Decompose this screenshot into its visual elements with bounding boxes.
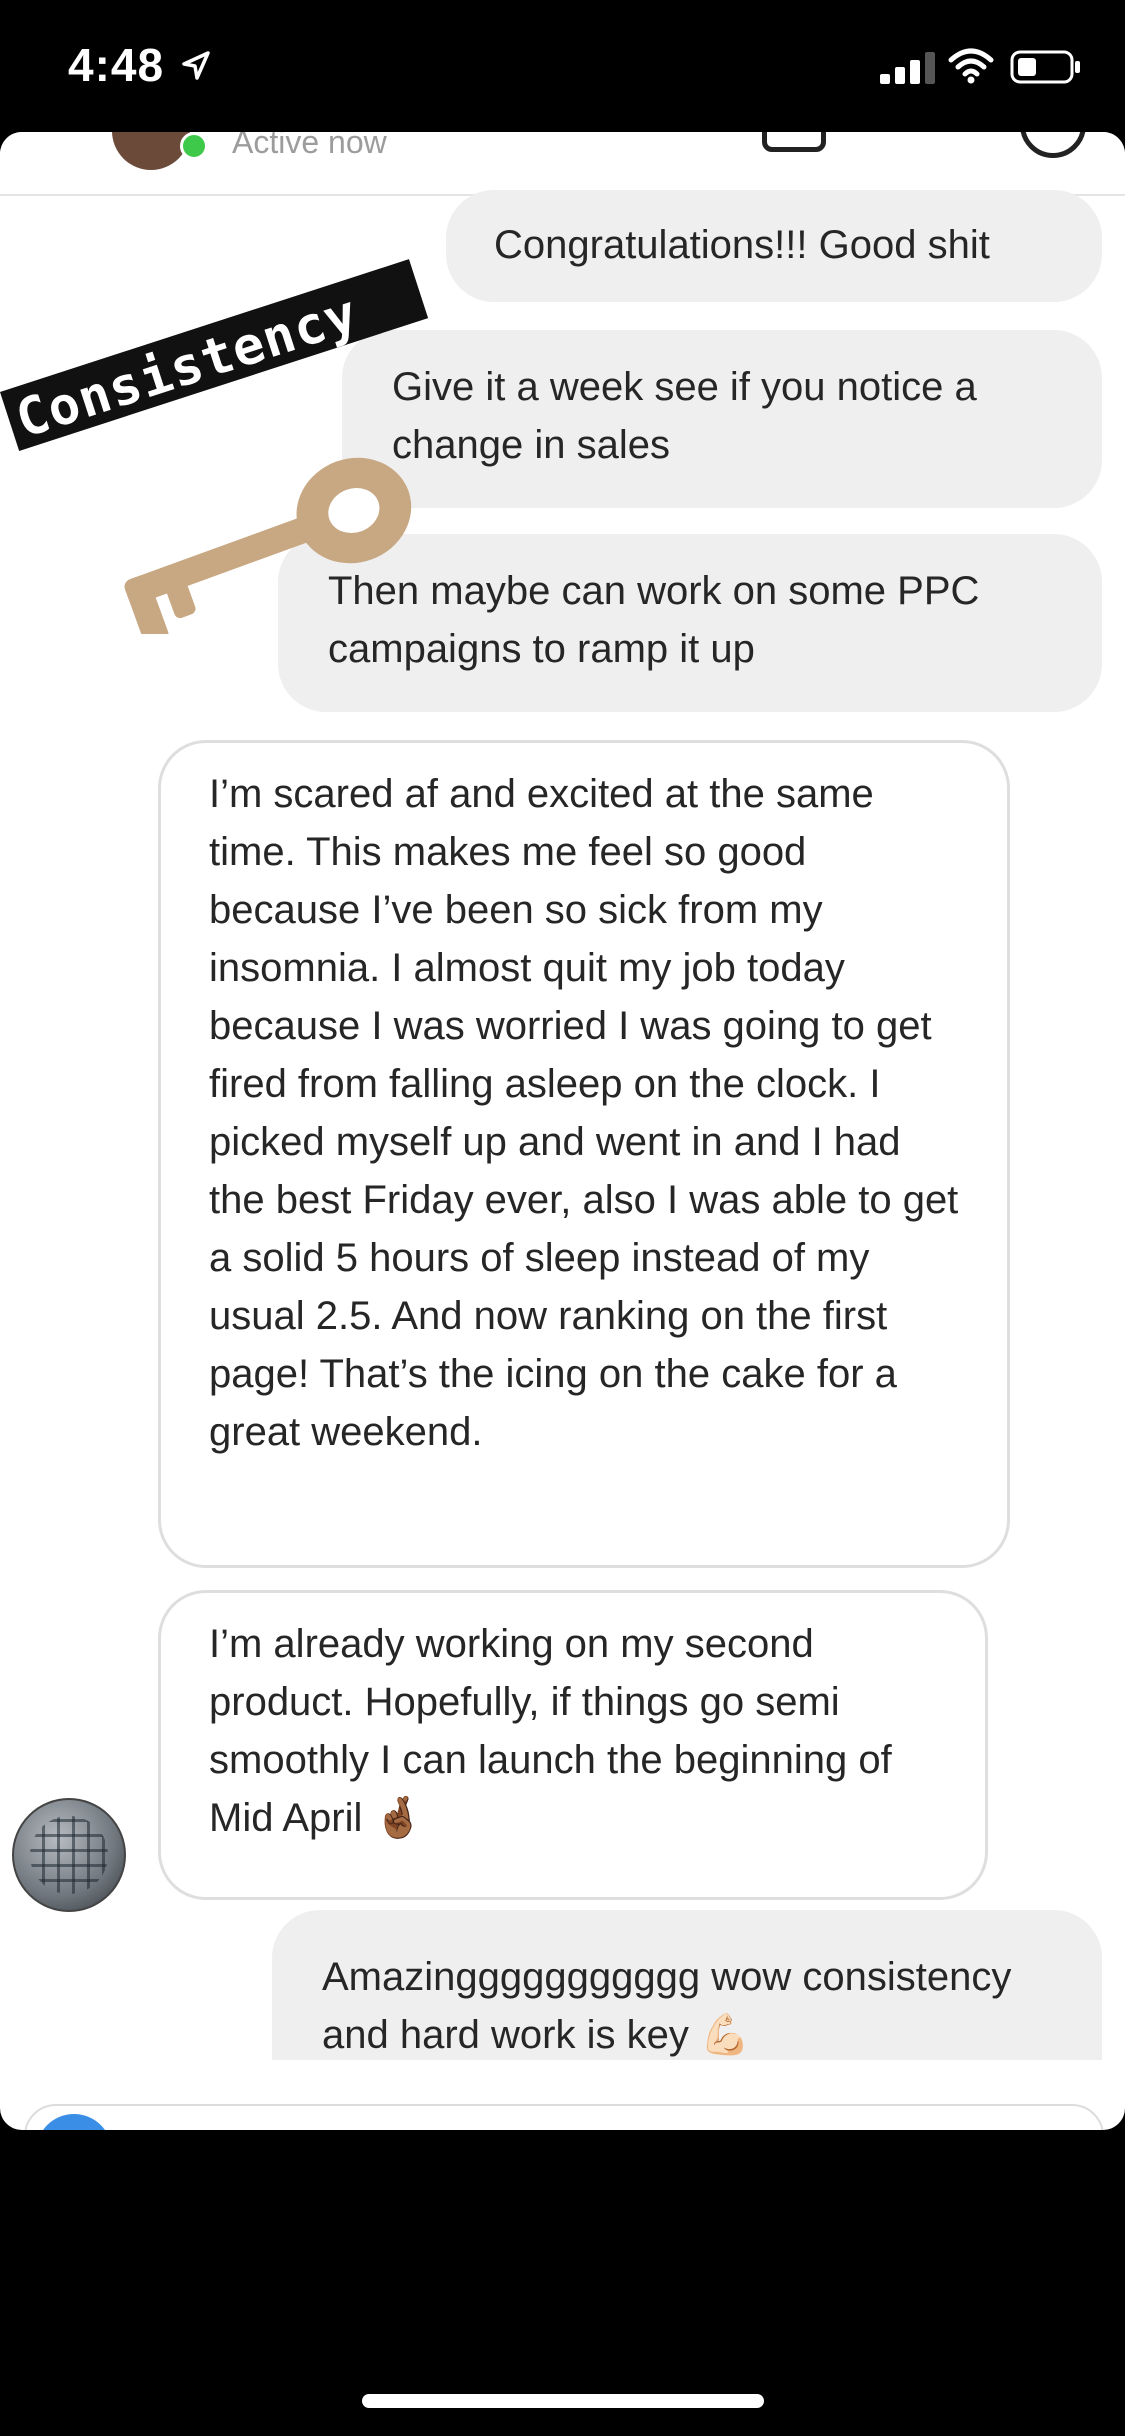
sender-avatar[interactable]	[12, 1798, 126, 1912]
video-call-icon[interactable]	[762, 132, 826, 152]
status-bar: 4:48	[0, 0, 1125, 132]
contact-avatar[interactable]	[112, 132, 190, 170]
message-bubble-sent[interactable]: Give it a week see if you notice a chang…	[342, 330, 1102, 508]
message-bubble-sent[interactable]: Amazinggggggggggg wow consistency and ha…	[272, 1910, 1102, 2060]
camera-icon[interactable]	[36, 2114, 112, 2130]
info-icon[interactable]	[1020, 132, 1086, 158]
avatar-pattern	[30, 1816, 108, 1894]
message-bubble-received[interactable]: I’m scared af and excited at the same ti…	[158, 740, 1010, 1568]
wifi-icon	[948, 48, 994, 84]
message-composer[interactable]	[24, 2104, 1104, 2130]
key-icon	[124, 457, 412, 634]
status-time: 4:48	[68, 39, 165, 91]
chat-thread[interactable]: Active now Congratulations!!! Good shit …	[0, 132, 1125, 2130]
home-indicator[interactable]	[362, 2394, 764, 2408]
message-bubble-sent[interactable]: Congratulations!!! Good shit	[446, 190, 1102, 302]
active-status: Active now	[232, 132, 387, 160]
signal-icon	[880, 52, 935, 84]
chat-header: Active now	[0, 132, 1125, 196]
message-bubble-received[interactable]: I’m already working on my second product…	[158, 1590, 988, 1900]
location-arrow-icon	[182, 51, 210, 80]
battery-icon	[1010, 50, 1080, 84]
online-indicator	[180, 132, 208, 160]
